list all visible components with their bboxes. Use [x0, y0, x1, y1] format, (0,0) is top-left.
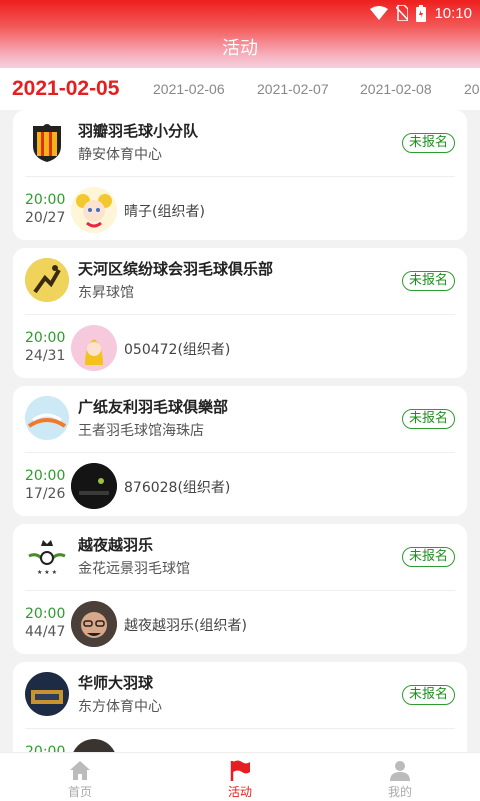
app-header: 10:10 活动 [0, 0, 480, 68]
club-name: 羽瓣羽毛球小分队 [78, 122, 199, 140]
activity-card[interactable]: 广纸友利羽毛球俱樂部 王者羽毛球馆海珠店 未报名 20:00 17/26 876… [13, 386, 467, 516]
nav-mine-label: 我的 [387, 785, 412, 799]
divider [25, 314, 455, 315]
flag-icon [230, 760, 250, 781]
page-title: 活动 [222, 38, 258, 59]
signup-status-badge[interactable]: 未报名 [401, 133, 455, 153]
club-avatar [25, 672, 69, 716]
venue-name: 王者羽毛球馆海珠店 [78, 423, 204, 439]
participant-count: 44/47 [25, 624, 66, 640]
club-avatar [25, 258, 69, 302]
organizer-avatar[interactable] [71, 187, 117, 233]
start-time: 20:00 [25, 606, 66, 622]
organizer-name: 050472(组织者) [124, 342, 231, 358]
nav-home[interactable]: 首页 [20, 753, 140, 801]
club-name: 越夜越羽乐 [78, 536, 154, 554]
status-time: 10:10 [434, 4, 472, 22]
start-time: 20:00 [25, 330, 66, 346]
divider [25, 728, 455, 729]
divider [25, 452, 455, 453]
start-time: 20:00 [25, 468, 66, 484]
svg-text:★ ★ ★: ★ ★ ★ [37, 569, 57, 576]
activity-card[interactable]: 华师大羽球 东方体育中心 未报名 20:00 [13, 662, 467, 752]
nav-mine[interactable]: 我的 [340, 753, 460, 801]
activity-card[interactable]: 羽瓣羽毛球小分队 静安体育中心 未报名 20:00 20/27 晴子(组织者) [13, 110, 467, 240]
organizer-name: 晴子(组织者) [124, 204, 205, 220]
start-time: 20:00 [25, 192, 66, 208]
participant-count: 20/27 [25, 210, 66, 226]
organizer-avatar[interactable] [71, 325, 117, 371]
organizer-avatar[interactable] [71, 463, 117, 509]
venue-name: 东昇球馆 [78, 285, 134, 301]
nav-activity-label: 活动 [227, 785, 252, 799]
organizer-avatar[interactable] [71, 601, 117, 647]
signup-status-badge[interactable]: 未报名 [401, 409, 455, 429]
participant-count: 17/26 [25, 486, 66, 502]
date-tabs: 2021-02-05 2021-02-06 2021-02-07 2021-02… [0, 68, 480, 110]
venue-name: 金花远景羽毛球馆 [78, 561, 190, 577]
date-tab[interactable]: 2021-02-07 [257, 68, 329, 110]
activity-card[interactable]: ★ ★ ★ 越夜越羽乐 金花远景羽毛球馆 未报名 20:00 44/47 越夜越… [13, 524, 467, 654]
club-name: 天河区缤纷球会羽毛球俱乐部 [78, 260, 274, 278]
venue-name: 东方体育中心 [78, 699, 162, 715]
organizer-name: 876028(组织者) [124, 480, 231, 496]
participant-count: 24/31 [25, 348, 66, 364]
no-sim-icon [396, 5, 409, 21]
divider [25, 176, 455, 177]
club-avatar: ★ ★ ★ [25, 534, 69, 578]
activity-card[interactable]: 天河区缤纷球会羽毛球俱乐部 东昇球馆 未报名 20:00 24/31 05047… [13, 248, 467, 378]
signup-status-badge[interactable]: 未报名 [401, 685, 455, 705]
organizer-name: 越夜越羽乐(组织者) [124, 618, 247, 634]
user-icon [390, 761, 410, 781]
date-tab[interactable]: 2021-02-08 [360, 68, 432, 110]
organizer-avatar[interactable] [71, 739, 117, 752]
club-name: 华师大羽球 [78, 674, 154, 692]
signup-status-badge[interactable]: 未报名 [401, 271, 455, 291]
battery-icon [416, 4, 427, 22]
nav-activity[interactable]: 活动 [180, 753, 300, 801]
start-time: 20:00 [25, 744, 66, 752]
club-avatar [25, 396, 69, 440]
status-bar: 10:10 [370, 4, 472, 22]
divider [25, 590, 455, 591]
club-avatar [25, 120, 69, 164]
venue-name: 静安体育中心 [78, 147, 162, 163]
wifi-icon [370, 6, 389, 20]
date-tab[interactable]: 2021-02-06 [153, 68, 225, 110]
date-tab[interactable]: 20 [464, 68, 480, 110]
bottom-nav: 首页 活动 我的 [0, 752, 480, 801]
signup-status-badge[interactable]: 未报名 [401, 547, 455, 567]
home-icon [70, 761, 90, 780]
activity-list[interactable]: 羽瓣羽毛球小分队 静安体育中心 未报名 20:00 20/27 晴子(组织者) … [0, 110, 480, 752]
nav-home-label: 首页 [67, 785, 92, 799]
club-name: 广纸友利羽毛球俱樂部 [78, 398, 229, 416]
date-tab-active[interactable]: 2021-02-05 [12, 68, 119, 110]
